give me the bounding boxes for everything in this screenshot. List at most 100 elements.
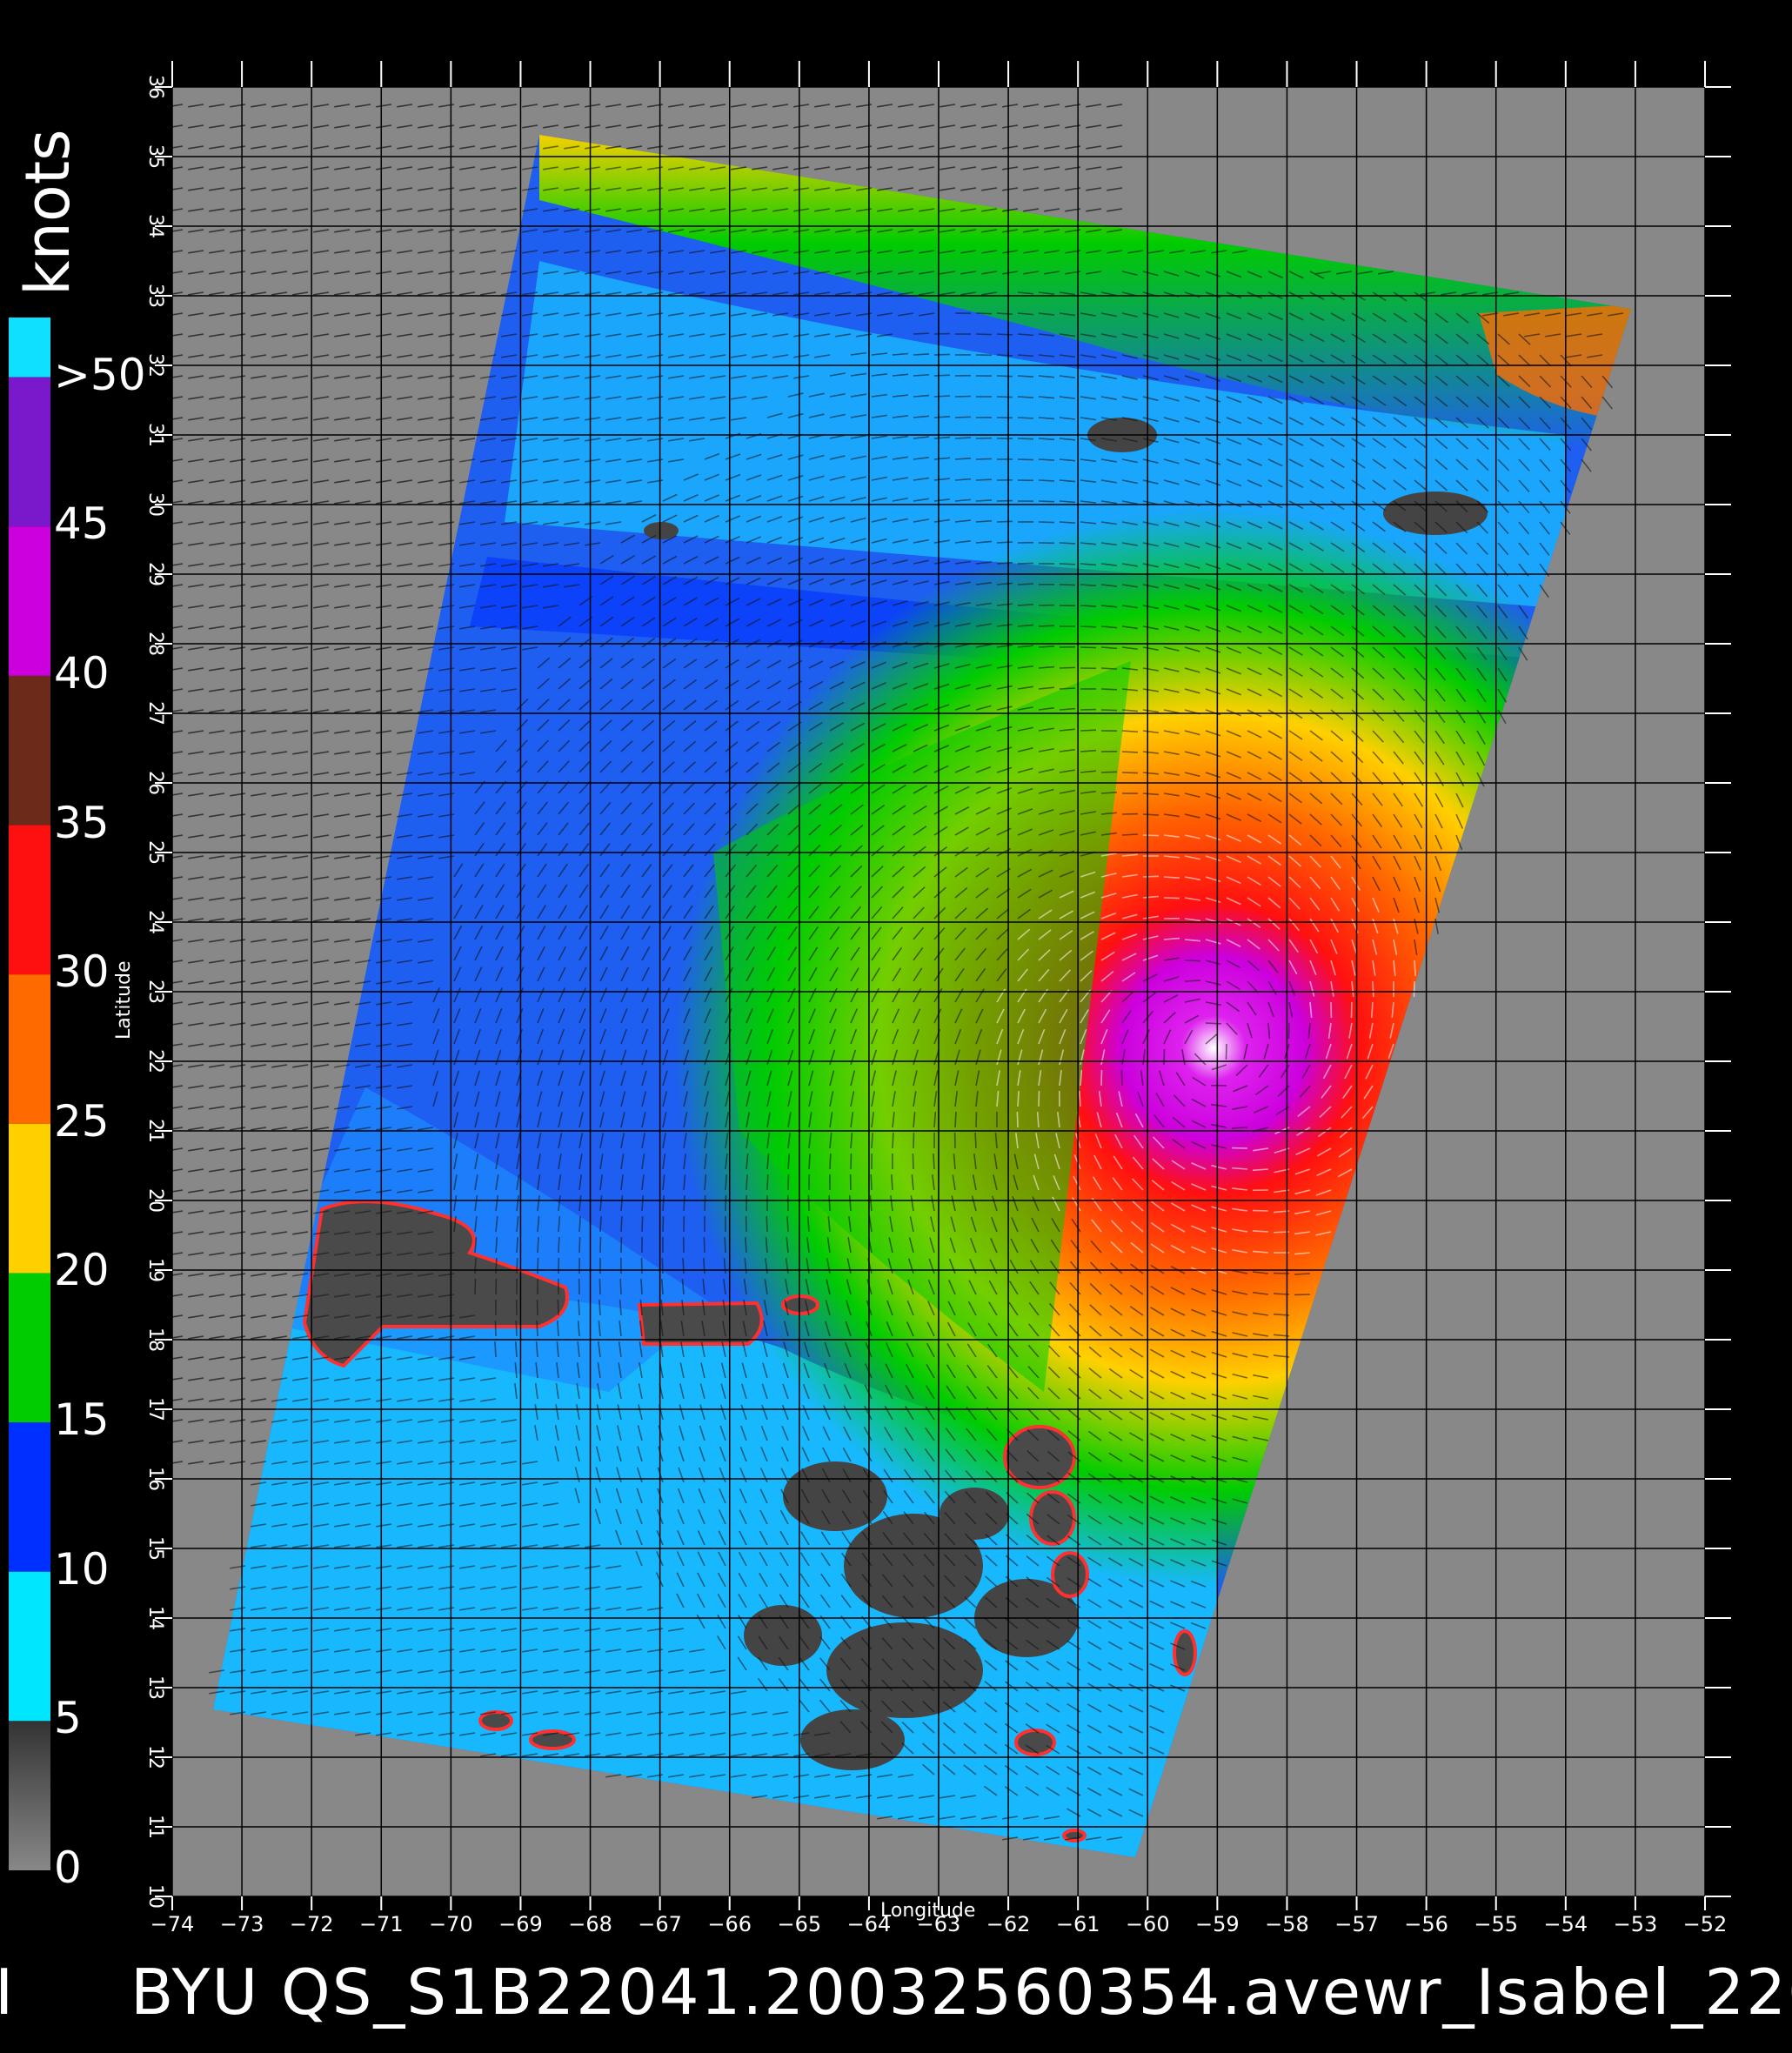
wind-map: −74 −73 −72 −71 −70 −69 −68 −67 −66 −65 −64 −63 −62−… [9,61,1731,1936]
wind-vector [1100,1069,1103,1087]
wind-vector [1414,960,1416,977]
wind-vector [558,1236,560,1254]
color-bar-band [9,825,50,975]
color-bar-label: 10 [54,1543,110,1595]
y-tick-label: 28 [144,632,166,656]
x-tick-label: −74 [150,1912,195,1936]
x-tick-label: −55 [1474,1912,1518,1936]
wind-vector [975,458,993,460]
x-tick-label: −53 [1614,1912,1658,1936]
wind-vector [598,1299,601,1316]
wind-vector [1163,1048,1166,1066]
wind-vector [536,1320,538,1337]
y-tick-label: 26 [144,771,166,795]
color-bar-band [9,318,50,378]
island [478,1710,513,1731]
y-tick-label: 30 [144,492,166,517]
color-bar-label: 40 [54,647,110,699]
wind-vector [1016,1111,1019,1128]
x-tick-label: −66 [707,1912,752,1936]
wind-vector [974,1132,977,1149]
wind-vector [515,1320,518,1337]
wind-vector [1038,625,1055,627]
wind-vector [1100,709,1118,712]
wind-vector [1038,479,1055,482]
y-tick-label: 32 [144,353,166,378]
wind-vector [495,1257,498,1274]
wind-vector [1100,688,1118,691]
wind-vector [975,478,993,481]
y-tick-label: 19 [144,1258,166,1282]
wind-vector [641,1215,644,1233]
wind-vector [474,1278,477,1295]
wind-vector [766,1174,769,1191]
wind-vector [954,1111,957,1128]
wind-vector [933,1153,935,1170]
color-bar-label: 5 [54,1693,82,1744]
wind-vector [1163,897,1180,899]
wind-vector [808,1153,811,1170]
x-tick-label: −61 [1056,1912,1100,1936]
x-tick-label: −59 [1195,1912,1240,1936]
wind-vector [787,1174,790,1191]
wind-vector [996,396,1013,398]
wind-vector [1059,542,1076,545]
color-bar-label: 35 [54,797,110,848]
x-tick-label: −54 [1543,1912,1588,1936]
color-bar-label: >50 [54,349,146,400]
wind-vector [1231,1127,1248,1129]
wind-vector [1080,729,1097,732]
wind-vector [786,1215,789,1233]
wind-vector [933,395,951,398]
wind-vector [913,353,930,356]
x-tick-label: −52 [1683,1912,1728,1936]
wind-vector [1287,1022,1290,1040]
wind-vector [766,1215,768,1233]
wind-vector [1142,875,1160,878]
y-tick-label: 31 [144,423,166,447]
y-tick-label: 27 [144,701,166,726]
y-tick-label: 13 [144,1675,166,1700]
color-bar-label: 15 [54,1394,110,1446]
wind-vector [1017,458,1034,461]
wind-vector [1017,438,1034,440]
y-tick-label: 10 [144,1884,166,1909]
color-bar-band [9,1721,50,1870]
wind-vector [516,1257,518,1274]
wind-vector [870,1174,873,1191]
wind-vector [1017,396,1034,398]
island [1173,1629,1197,1676]
y-tick-label: 11 [144,1815,166,1839]
wind-vector [1252,1230,1269,1233]
footer-left-fragment: I [0,1956,14,2029]
wind-vector [1142,834,1160,837]
wind-vector [996,375,1013,378]
wind-vector [662,1194,665,1212]
wind-vector [494,1341,497,1358]
x-tick-label: −73 [220,1912,264,1936]
wind-vector [1038,645,1055,648]
wind-vector [703,1236,705,1254]
wind-vector [975,312,993,315]
wind-vector [1017,1090,1020,1107]
x-axis-title: Longitude [880,1900,976,1922]
y-tick-label: 25 [144,840,166,865]
color-bar-band [9,1123,50,1274]
wind-vector [578,1236,581,1254]
x-tick-label: −60 [1126,1912,1170,1936]
wind-vector [933,353,951,356]
wind-vector [829,1153,832,1170]
wind-vector [474,1257,477,1274]
wind-vector [1184,960,1201,962]
wind-vector [1059,687,1076,690]
x-tick-label: −71 [359,1912,404,1936]
x-tick-label: −72 [290,1912,334,1936]
y-tick-label: 17 [144,1397,166,1421]
y-tick-label: 22 [144,1049,166,1073]
wind-vector [913,332,930,335]
wind-vector [1017,583,1034,585]
x-tick-label: −62 [986,1912,1031,1936]
wind-vector [975,1111,978,1128]
units-label: knots [12,129,84,296]
color-bar-label: 0 [54,1842,82,1893]
